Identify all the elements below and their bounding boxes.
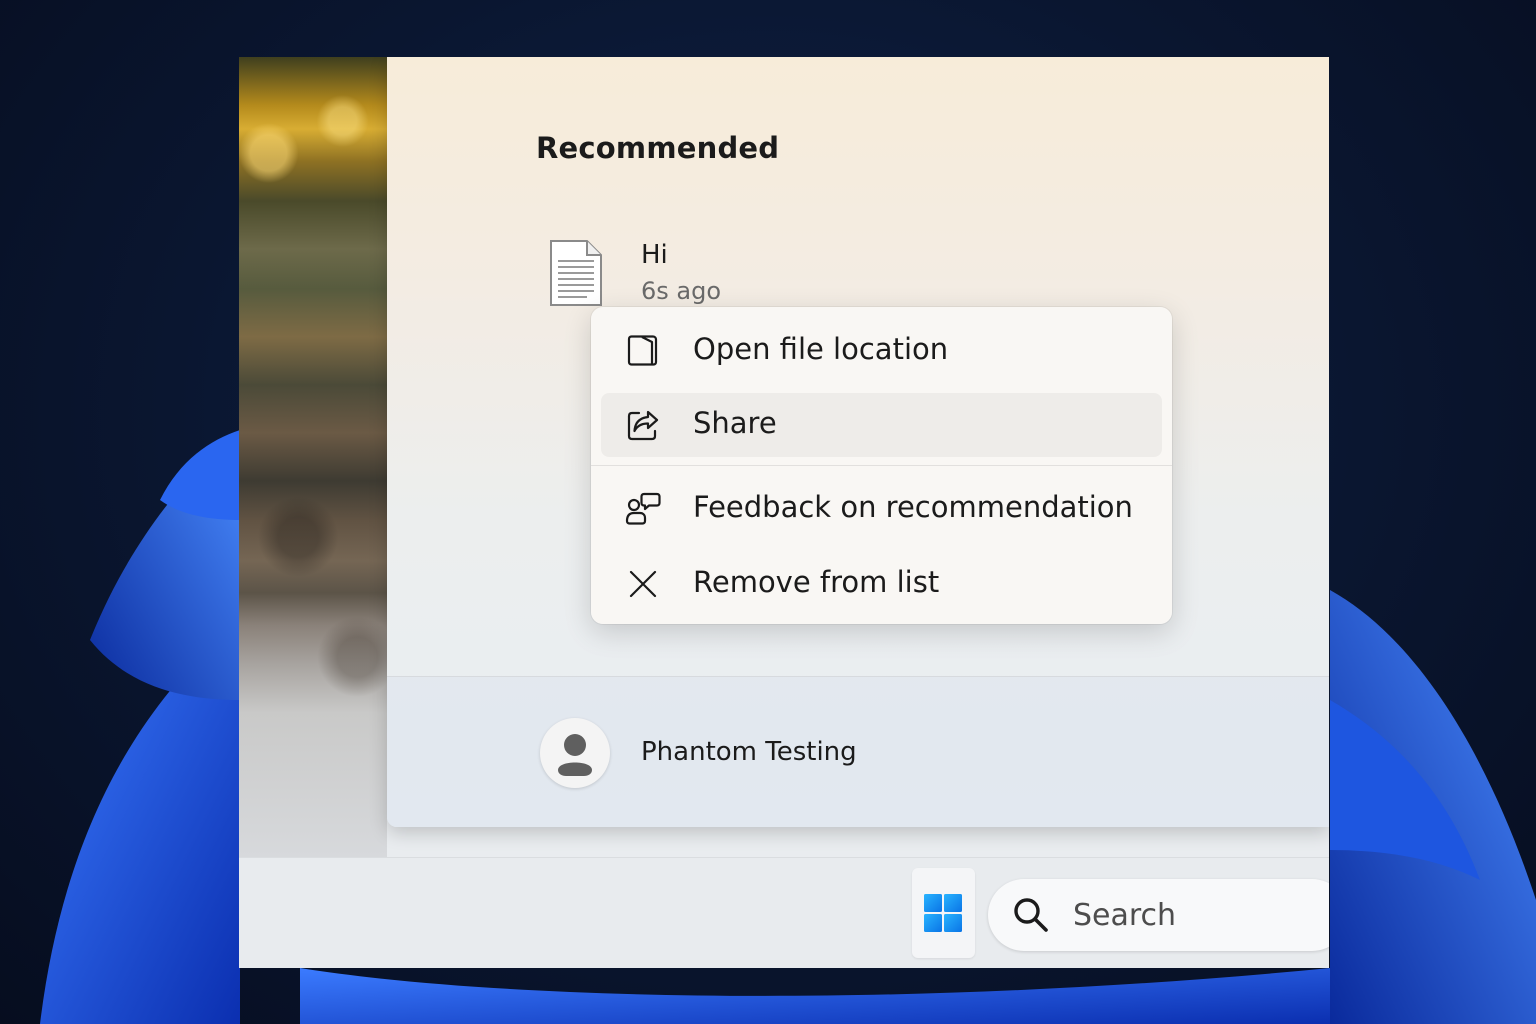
user-avatar[interactable]	[540, 718, 610, 788]
user-name[interactable]: Phantom Testing	[641, 737, 857, 767]
menu-item-label: Share	[693, 406, 777, 440]
menu-item-label: Remove from list	[693, 565, 940, 599]
recommended-file-time: 6s ago	[641, 277, 722, 305]
menu-item-share[interactable]: Share	[601, 393, 1162, 457]
menu-item-label: Open file location	[693, 332, 949, 366]
menu-item-label: Feedback on recommendation	[693, 490, 1133, 524]
recommended-heading: Recommended	[536, 131, 780, 165]
start-button[interactable]	[912, 868, 975, 958]
menu-item-feedback[interactable]: Feedback on recommendation	[601, 477, 1162, 541]
context-menu: Open file location Share Feedback on rec…	[591, 307, 1172, 624]
avatar-icon	[558, 734, 592, 776]
folder-open-icon	[627, 335, 658, 366]
share-icon	[627, 410, 659, 441]
wallpaper-texture	[239, 57, 387, 857]
menu-item-remove-from-list[interactable]: Remove from list	[601, 552, 1162, 616]
search-icon	[1014, 898, 1048, 932]
windows-logo-icon	[924, 894, 962, 932]
feedback-icon	[625, 492, 661, 525]
taskbar-search-box[interactable]: Search	[988, 879, 1329, 951]
document-icon	[550, 240, 602, 306]
taskbar: Search	[239, 857, 1329, 968]
menu-separator	[591, 465, 1172, 466]
start-menu-footer: Phantom Testing	[387, 677, 1329, 827]
search-placeholder: Search	[1073, 898, 1177, 933]
recommended-file-name[interactable]: Hi	[641, 240, 668, 270]
menu-item-open-file-location[interactable]: Open file location	[601, 319, 1162, 383]
close-icon	[629, 570, 657, 598]
